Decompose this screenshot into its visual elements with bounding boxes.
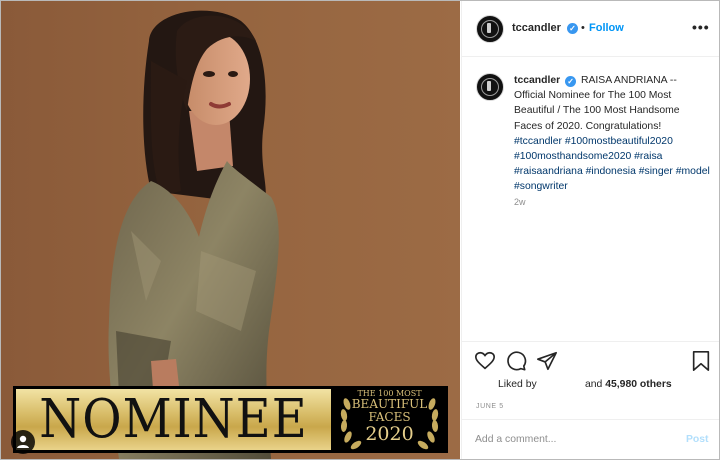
nominee-banner: NOMINEE THE 100 MOST BEAUTIFUL FACES 202… bbox=[13, 386, 448, 453]
post-caption: tccandler ✓ RAISA ANDRIANA -- Official N… bbox=[514, 73, 710, 195]
follow-separator: • bbox=[581, 22, 585, 34]
likes-and: and bbox=[585, 379, 603, 390]
follow-button[interactable]: Follow bbox=[589, 22, 624, 34]
award-badge-lines: BEAUTIFUL FACES bbox=[331, 398, 448, 424]
nominee-gold-plate: NOMINEE bbox=[16, 388, 331, 450]
post-side-panel: tccandler ✓ • Follow ••• tccandler ✓ RAI… bbox=[461, 1, 719, 459]
caption-hashtags[interactable]: #tccandler #100mostbeautiful2020 #100mos… bbox=[514, 136, 710, 193]
post-comment-button[interactable]: Post bbox=[686, 434, 709, 445]
post-age: 2w bbox=[514, 197, 526, 207]
caption-verified-badge-icon: ✓ bbox=[565, 76, 577, 87]
post-dialog: NOMINEE THE 100 MOST BEAUTIFUL FACES 202… bbox=[0, 0, 720, 460]
caption-avatar[interactable] bbox=[476, 73, 504, 101]
heart-icon[interactable] bbox=[474, 350, 496, 372]
more-options-icon[interactable]: ••• bbox=[692, 19, 710, 35]
header-username[interactable]: tccandler bbox=[512, 22, 561, 34]
post-date: JUNE 5 bbox=[476, 403, 504, 410]
post-photo[interactable]: NOMINEE THE 100 MOST BEAUTIFUL FACES 202… bbox=[1, 1, 460, 459]
post-header: tccandler ✓ • Follow ••• bbox=[462, 1, 719, 57]
comment-input[interactable]: Add a comment... bbox=[475, 434, 556, 445]
verified-badge-icon: ✓ bbox=[567, 23, 578, 34]
comment-icon[interactable] bbox=[505, 350, 527, 372]
likes-summary[interactable]: and 45,980 others bbox=[585, 379, 672, 390]
bookmark-icon[interactable] bbox=[690, 350, 712, 372]
award-badge-year: 2020 bbox=[365, 423, 414, 445]
caption-username[interactable]: tccandler bbox=[514, 75, 560, 86]
share-icon[interactable] bbox=[536, 350, 558, 372]
likes-count[interactable]: 45,980 others bbox=[605, 379, 671, 390]
award-badge: THE 100 MOST BEAUTIFUL FACES 2020 bbox=[331, 386, 448, 453]
nominee-word: NOMINEE bbox=[39, 387, 308, 451]
liked-by-prefix: Liked by bbox=[498, 379, 537, 390]
avatar[interactable] bbox=[476, 15, 504, 43]
comment-bar: Add a comment... Post bbox=[462, 419, 719, 459]
tagged-user-icon[interactable] bbox=[11, 430, 35, 454]
action-bar bbox=[462, 341, 719, 382]
